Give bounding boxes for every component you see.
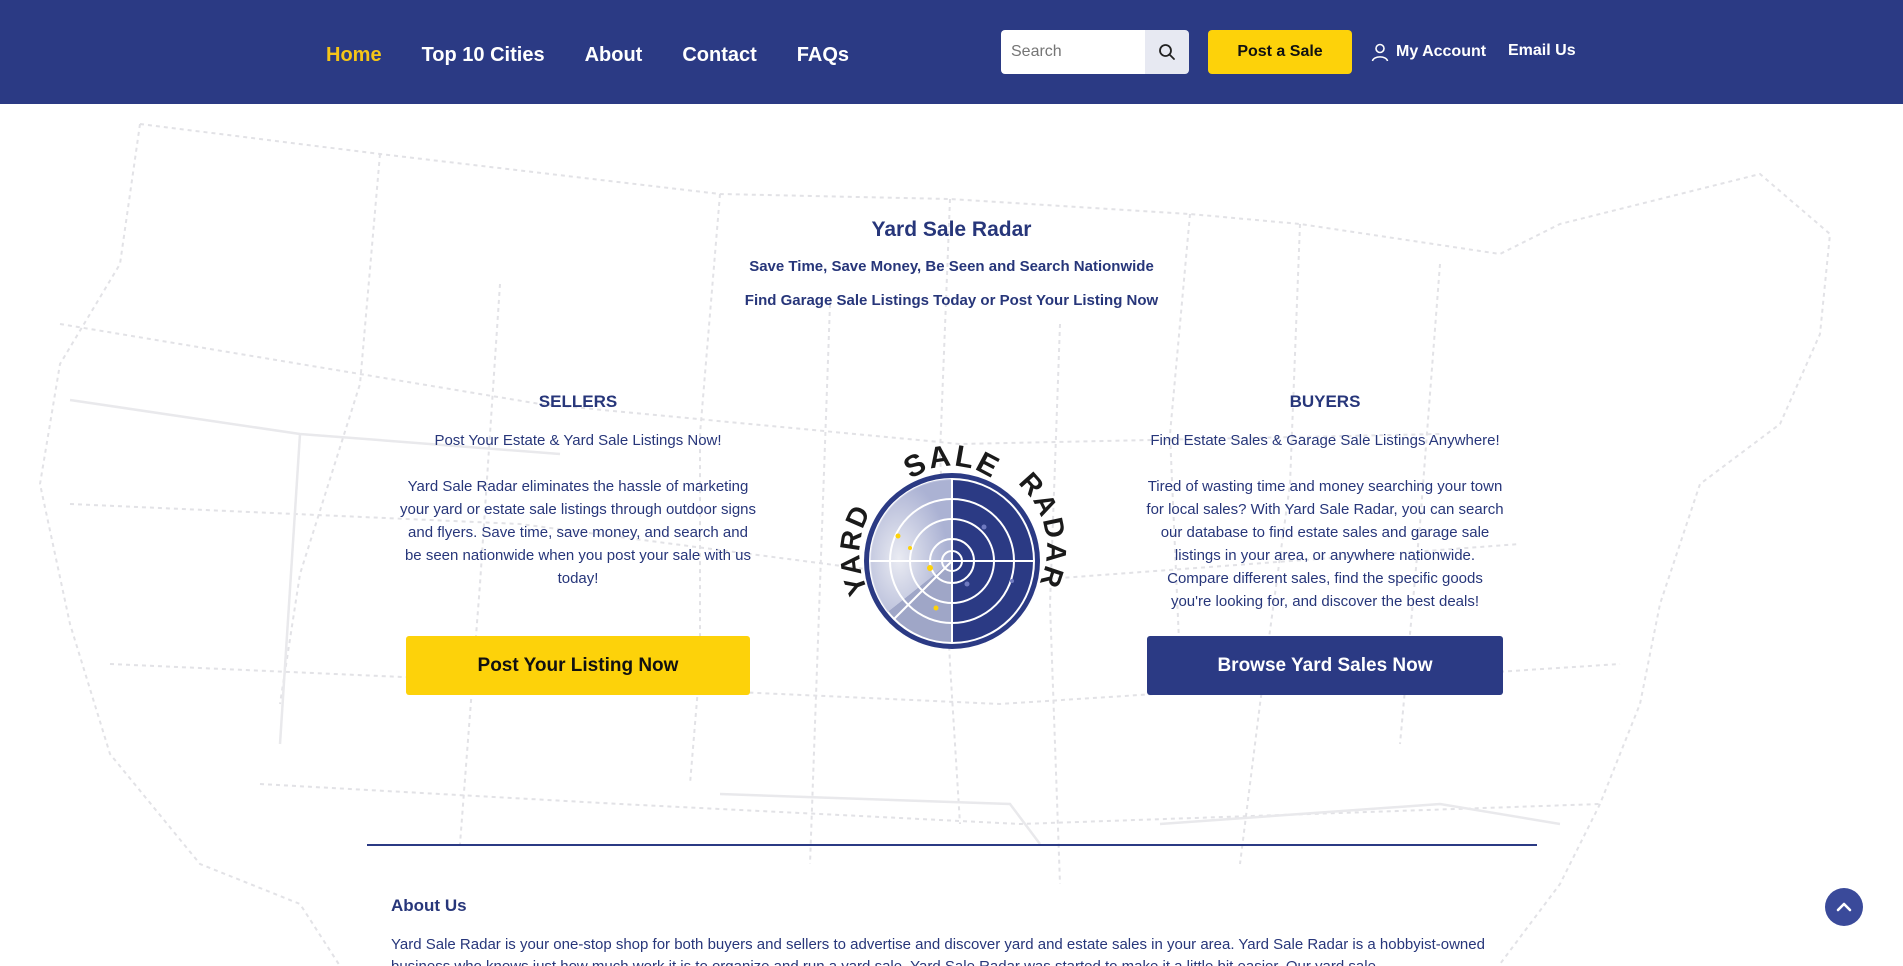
buyers-heading: BUYERS [1289,392,1361,411]
my-account-link[interactable]: My Account [1370,42,1486,62]
buyers-section: BUYERS Find Estate Sales & Garage Sale L… [1140,392,1510,613]
main-nav: Home Top 10 Cities About Contact FAQs [326,44,849,67]
about-us-heading: About Us [391,896,467,915]
nav-faqs[interactable]: FAQs [797,44,849,67]
nav-about[interactable]: About [585,44,643,67]
buyers-description: Tired of wasting time and money searchin… [1146,478,1504,610]
scroll-to-top-button[interactable] [1825,888,1863,926]
my-account-label: My Account [1396,43,1487,60]
search-button[interactable] [1145,30,1189,74]
nav-contact[interactable]: Contact [682,44,756,67]
section-divider [367,844,1537,846]
browse-yard-sales-button[interactable]: Browse Yard Sales Now [1147,636,1503,695]
sellers-description: Yard Sale Radar eliminates the hassle of… [399,478,757,587]
yard-sale-radar-logo: SALE YARD RADAR [834,439,1070,649]
sellers-tagline: Post Your Estate & Yard Sale Listings No… [434,432,722,449]
search-icon [1159,44,1175,60]
top-navbar: Home Top 10 Cities About Contact FAQs Po… [0,0,1903,104]
hero-subtitle: Save Time, Save Money, Be Seen and Searc… [749,258,1154,275]
about-us-text: Yard Sale Radar is your one-stop shop fo… [391,936,1485,966]
email-us-link[interactable]: Email Us [1508,42,1576,60]
hero-subtitle-2: Find Garage Sale Listings Today or Post … [744,292,1159,309]
user-icon [1371,43,1389,62]
chevron-up-icon [1836,902,1852,912]
page-title: Yard Sale Radar [871,218,1032,241]
nav-home[interactable]: Home [326,44,382,67]
nav-top-10-cities[interactable]: Top 10 Cities [422,44,545,67]
search-box [1001,30,1189,74]
sellers-heading: SELLERS [538,392,618,411]
buyers-tagline: Find Estate Sales & Garage Sale Listings… [1150,432,1500,449]
sellers-section: SELLERS Post Your Estate & Yard Sale Lis… [393,392,763,590]
post-your-listing-button[interactable]: Post Your Listing Now [406,636,750,695]
search-input[interactable] [1001,30,1145,74]
post-a-sale-button[interactable]: Post a Sale [1208,30,1352,74]
